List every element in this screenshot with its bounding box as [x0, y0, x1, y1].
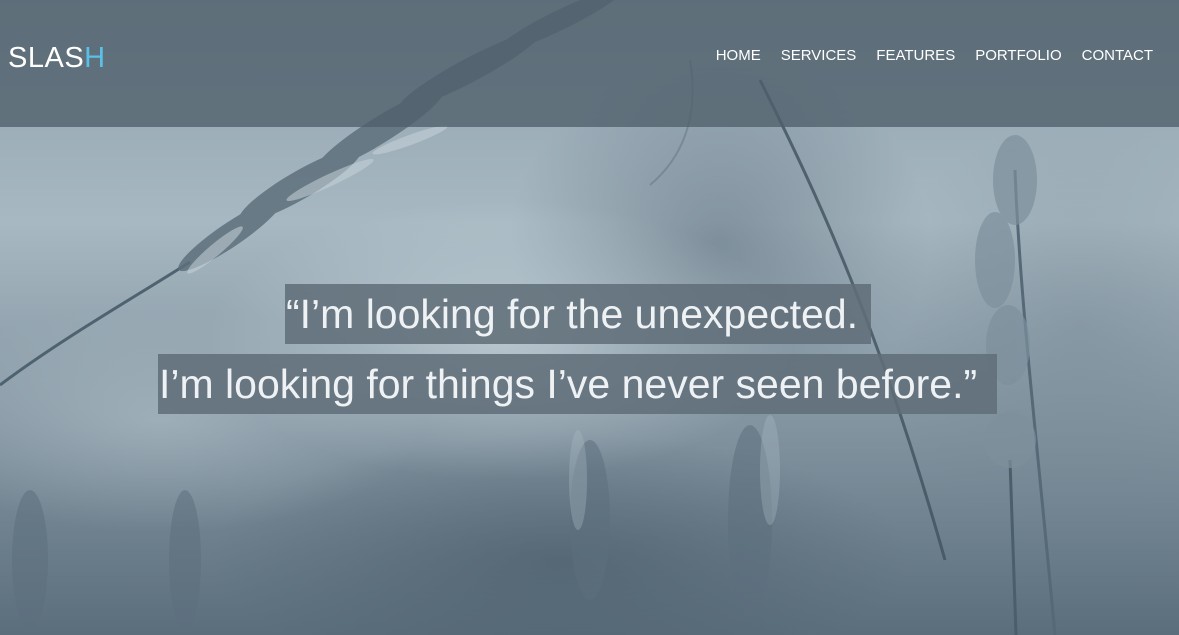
- hero-quote-line-2: I’m looking for things I’ve never seen b…: [158, 354, 997, 414]
- logo-accent-letter: H: [84, 42, 106, 74]
- nav-item-features[interactable]: FEATURES: [876, 47, 955, 65]
- nav-item-portfolio[interactable]: PORTFOLIO: [975, 47, 1061, 65]
- hero-quote-line-1: “I’m looking for the unexpected.: [285, 284, 871, 344]
- nav-item-contact[interactable]: CONTACT: [1082, 47, 1153, 65]
- nav-item-home[interactable]: HOME: [716, 47, 761, 65]
- site-logo[interactable]: SLASH: [8, 44, 106, 73]
- nav-item-services[interactable]: SERVICES: [781, 47, 857, 65]
- main-nav: HOME SERVICES FEATURES PORTFOLIO CONTACT: [716, 47, 1153, 65]
- hero-section: SLASH HOME SERVICES FEATURES PORTFOLIO C…: [0, 0, 1179, 635]
- site-header: SLASH HOME SERVICES FEATURES PORTFOLIO C…: [0, 0, 1179, 127]
- logo-text: SLAS: [8, 42, 85, 74]
